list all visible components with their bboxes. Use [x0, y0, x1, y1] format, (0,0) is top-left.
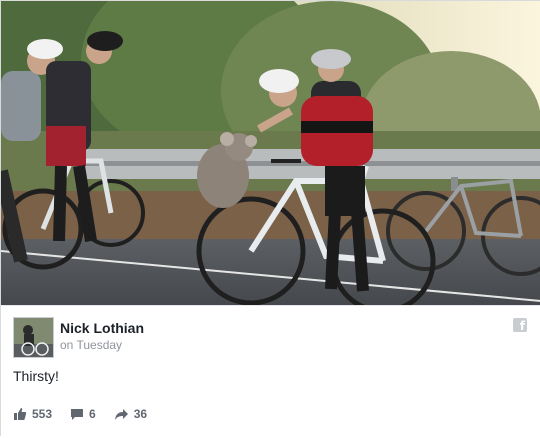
post-text: Thirsty!: [13, 368, 59, 384]
author-name[interactable]: Nick Lothian: [60, 320, 144, 336]
like-action[interactable]: 553: [13, 407, 52, 421]
comment-icon: [71, 408, 84, 420]
share-action[interactable]: 36: [114, 407, 147, 421]
embedded-post-card: Nick Lothian on Tuesday f Thirsty! 553 6: [0, 0, 540, 438]
author-avatar[interactable]: [13, 317, 54, 358]
facebook-icon[interactable]: f: [513, 318, 527, 333]
comment-count: 6: [89, 407, 96, 421]
post-footer: Nick Lothian on Tuesday f Thirsty! 553 6: [1, 305, 540, 438]
comment-action[interactable]: 6: [70, 407, 96, 421]
like-count: 553: [32, 407, 53, 421]
post-timestamp[interactable]: on Tuesday: [60, 338, 122, 352]
thumbs-up-icon: [14, 408, 27, 420]
share-arrow-icon: [114, 408, 128, 420]
post-photo[interactable]: [1, 1, 540, 305]
avatar-image: [14, 318, 53, 357]
share-count: 36: [133, 407, 148, 421]
post-actions: 553 6 36: [13, 404, 165, 424]
